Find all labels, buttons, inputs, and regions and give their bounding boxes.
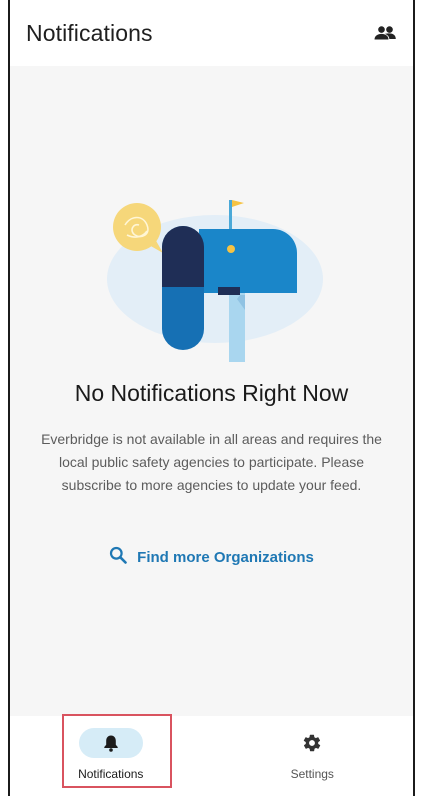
bottom-navigation: Notifications Settings [10,714,414,796]
people-icon[interactable] [371,19,399,47]
search-icon [109,546,127,568]
nav-item-settings[interactable]: Settings [212,716,414,796]
mailbox-illustration [106,200,323,362]
gear-icon [304,734,321,752]
empty-mailbox-illustration [10,195,413,367]
app-bar: Notifications [10,0,413,66]
app-screen: Notifications No Notifications Right Now… [8,0,415,796]
nav-label-notifications: Notifications [78,767,144,781]
bell-icon [104,735,118,752]
nav-label-settings: Settings [290,767,334,781]
empty-state-title: No Notifications Right Now [74,380,349,406]
nav-pill [280,728,344,758]
find-organizations-link[interactable]: Find more Organizations [10,546,413,568]
page-title: Notifications [26,19,153,46]
find-organizations-label: Find more Organizations [137,548,314,566]
nav-item-notifications[interactable]: Notifications [10,714,212,796]
nav-active-pill [78,728,143,758]
empty-state-description: Everbridge is not available in all areas… [41,431,382,493]
